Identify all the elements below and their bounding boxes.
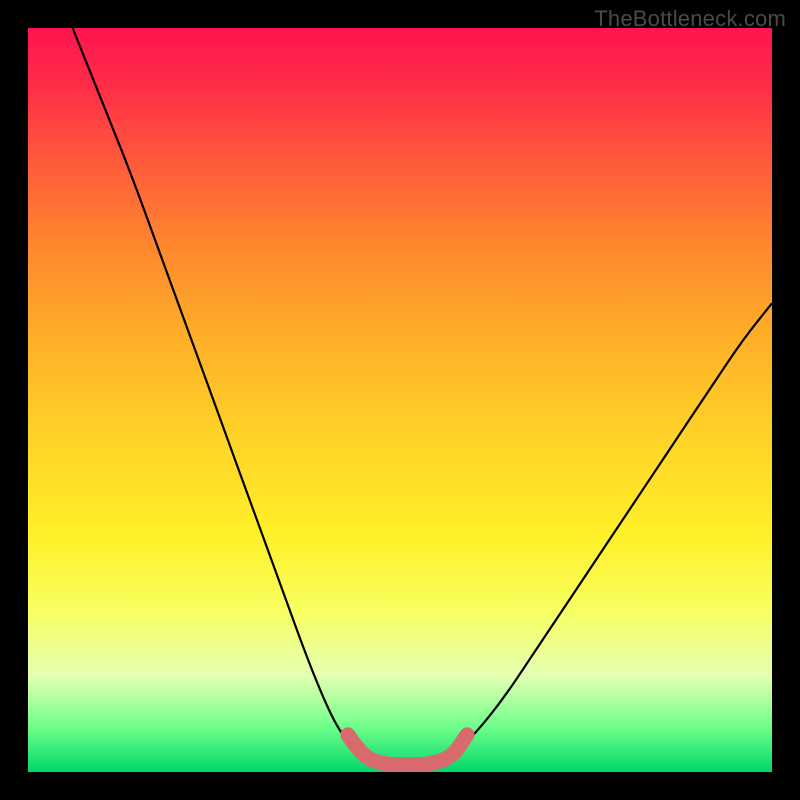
chart-plot-area (28, 28, 772, 772)
highlight-band-line (348, 735, 467, 765)
chart-curves-svg (28, 28, 772, 772)
watermark-text: TheBottleneck.com (594, 6, 786, 32)
chart-frame: TheBottleneck.com (0, 0, 800, 800)
curve-group (73, 28, 772, 765)
right-curve-line (452, 303, 772, 757)
left-curve-line (73, 28, 363, 757)
